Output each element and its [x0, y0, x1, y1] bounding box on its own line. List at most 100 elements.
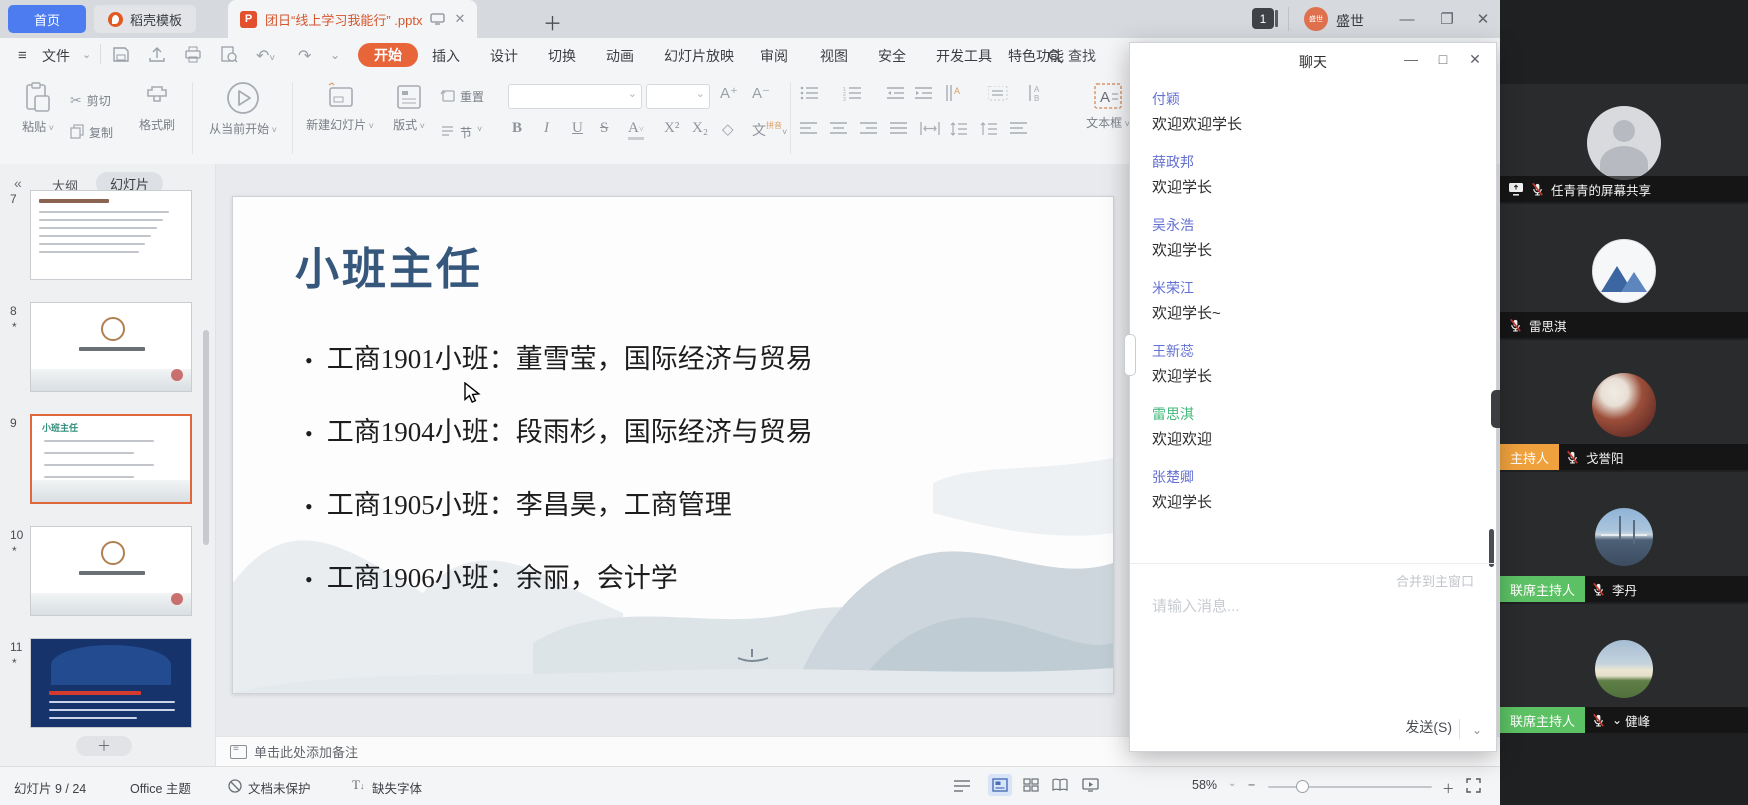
- chat-message[interactable]: 雷思淇欢迎欢迎: [1152, 404, 1462, 450]
- slide-bullet-1[interactable]: 工商1901小班：董雪莹，国际经济与贸易: [305, 337, 813, 376]
- phonetic-guide-button[interactable]: 文拼音˅: [752, 120, 787, 140]
- slide-thumbnail-8[interactable]: [30, 302, 192, 392]
- align-justify-icon[interactable]: [890, 122, 908, 135]
- superscript-button[interactable]: X²: [664, 120, 679, 137]
- participant-tile-4[interactable]: 联席主持人李丹: [1500, 472, 1748, 602]
- play-from-current-button[interactable]: 从当前开始 ˅: [200, 80, 286, 137]
- align-right-icon[interactable]: [860, 122, 878, 135]
- menu-tab-9[interactable]: 开发工具: [936, 46, 992, 66]
- find-button[interactable]: 查找: [1048, 46, 1096, 66]
- zoom-slider-knob[interactable]: [1296, 780, 1309, 793]
- menu-tab-7[interactable]: 视图: [820, 46, 848, 66]
- chat-message[interactable]: 米荣江欢迎学长~: [1152, 278, 1462, 324]
- missing-font-status[interactable]: 缺失字体: [372, 778, 422, 797]
- collapse-panel-icon[interactable]: «: [14, 175, 22, 191]
- underline-button[interactable]: U: [572, 120, 583, 137]
- numbered-list-icon[interactable]: 123: [843, 86, 863, 101]
- present-monitor-icon[interactable]: [430, 13, 445, 25]
- slide-sorter-button[interactable]: [1019, 774, 1043, 796]
- protection-status[interactable]: 文档未保护: [248, 778, 311, 797]
- increase-font-icon[interactable]: A⁺: [720, 84, 738, 102]
- menu-tab-8[interactable]: 安全: [878, 46, 906, 66]
- window-count-badge[interactable]: 1: [1252, 8, 1274, 29]
- zoom-slider-track[interactable]: [1268, 786, 1432, 788]
- layout-button[interactable]: 版式 ˅: [386, 82, 432, 133]
- align-left-icon[interactable]: [800, 122, 818, 135]
- participant-tile-5[interactable]: 联席主持人⌄健峰: [1500, 604, 1748, 733]
- participant-tile-2[interactable]: 雷思淇: [1500, 204, 1748, 338]
- restore-icon[interactable]: ❐: [1434, 6, 1460, 32]
- slide-thumbnail-11[interactable]: [30, 638, 192, 728]
- tab-close-icon[interactable]: ✕: [454, 11, 465, 27]
- menu-tab-2[interactable]: 设计: [490, 46, 518, 66]
- slide-thumbnail-9[interactable]: 小班主任: [30, 414, 192, 504]
- thumbnail-scrollbar[interactable]: [203, 330, 209, 545]
- merge-to-main-window-link[interactable]: 合并到主窗口: [1396, 571, 1474, 590]
- zoom-in-button[interactable]: ＋: [1442, 778, 1455, 797]
- bullet-list-icon[interactable]: [800, 86, 820, 101]
- slide-thumbnail-7[interactable]: [30, 190, 192, 280]
- menu-tab-1[interactable]: 插入: [432, 46, 460, 66]
- chat-message[interactable]: 张楚卿欢迎学长: [1152, 467, 1462, 513]
- tab-home[interactable]: 首页: [8, 5, 86, 33]
- slide-bullet-4[interactable]: 工商1906小班：余丽，会计学: [305, 556, 678, 595]
- section-button[interactable]: 节˅: [440, 124, 482, 141]
- text-direction-icon[interactable]: A: [945, 84, 965, 102]
- user-name[interactable]: 盛世: [1336, 11, 1364, 32]
- textbox-button[interactable]: A 文本框 ˅: [1082, 82, 1134, 131]
- subscript-button[interactable]: X₂: [692, 120, 708, 137]
- normal-view-button[interactable]: [988, 774, 1012, 796]
- increase-indent-icon[interactable]: [915, 86, 933, 101]
- chat-message[interactable]: 王新蕊欢迎学长: [1152, 341, 1462, 387]
- fit-window-icon[interactable]: [1466, 778, 1481, 793]
- italic-button[interactable]: I: [544, 120, 549, 137]
- tab-docer-templates[interactable]: 稻壳模板: [94, 5, 196, 33]
- zoom-level[interactable]: 58%: [1192, 778, 1217, 792]
- font-size-select[interactable]: [646, 84, 710, 109]
- align-text-box-icon[interactable]: [988, 86, 1008, 101]
- new-slide-button[interactable]: 新建幻灯片 ˅: [300, 82, 380, 133]
- decrease-font-icon[interactable]: A⁻: [752, 84, 770, 102]
- user-avatar[interactable]: 盛世: [1304, 7, 1328, 31]
- new-tab-button[interactable]: ＋: [543, 9, 562, 36]
- copy-button[interactable]: 复制: [70, 124, 113, 141]
- chat-maximize-icon[interactable]: □: [1432, 51, 1454, 67]
- chat-message-list[interactable]: 付颖欢迎欢迎学长薛政邦欢迎学长吴永浩欢迎学长米荣江欢迎学长~王新蕊欢迎学长雷思淇…: [1152, 89, 1462, 530]
- chat-scrollbar[interactable]: [1489, 529, 1494, 567]
- reading-view-button[interactable]: [1048, 774, 1072, 796]
- send-options-caret-icon[interactable]: ⌄: [1472, 723, 1482, 737]
- cut-button[interactable]: ✂剪切: [70, 92, 111, 109]
- decrease-indent-icon[interactable]: [887, 86, 905, 101]
- bold-button[interactable]: B: [512, 120, 522, 137]
- chat-input[interactable]: 请输入消息...: [1152, 595, 1240, 616]
- send-button[interactable]: 发送(S): [1405, 717, 1452, 737]
- meeting-panel-collapse-handle[interactable]: [1491, 390, 1500, 428]
- paragraph-settings-icon[interactable]: [1010, 122, 1028, 135]
- notes-toggle-icon[interactable]: [953, 779, 971, 793]
- slide-bullet-2[interactable]: 工商1904小班：段雨杉，国际经济与贸易: [305, 410, 813, 449]
- chat-minimize-icon[interactable]: —: [1400, 51, 1422, 67]
- format-painter-button[interactable]: 格式刷: [133, 84, 181, 133]
- tab-document[interactable]: P 团日“线上学习我能行” .pptx ✕: [228, 0, 477, 38]
- add-slide-button[interactable]: ＋: [76, 736, 132, 756]
- chat-message[interactable]: 薛政邦欢迎学长: [1152, 152, 1462, 198]
- slide-9[interactable]: 小班主任 工商1901小班：董雪莹，国际经济与贸易工商1904小班：段雨杉，国际…: [232, 196, 1114, 694]
- participant-tile-1[interactable]: 任青青的屏幕共享: [1500, 84, 1748, 202]
- menu-tab-6[interactable]: 审阅: [760, 46, 788, 66]
- close-icon[interactable]: ✕: [1470, 6, 1496, 32]
- chat-resize-handle[interactable]: [1124, 334, 1136, 376]
- font-name-select[interactable]: [508, 84, 642, 109]
- paragraph-spacing-icon[interactable]: [980, 122, 998, 136]
- slide-thumbnail-10[interactable]: [30, 526, 192, 616]
- theme-name[interactable]: Office 主题: [130, 778, 191, 797]
- chat-close-icon[interactable]: ✕: [1464, 51, 1486, 68]
- line-spacing-icon[interactable]: [950, 122, 968, 136]
- slideshow-button[interactable]: [1078, 774, 1102, 796]
- distribute-icon[interactable]: [920, 122, 940, 135]
- menu-tab-3[interactable]: 切换: [548, 46, 576, 66]
- chat-message[interactable]: 吴永浩欢迎学长: [1152, 215, 1462, 261]
- participant-tile-3[interactable]: 主持人戈誉阳: [1500, 340, 1748, 470]
- zoom-out-button[interactable]: −: [1248, 778, 1255, 792]
- paste-button[interactable]: 粘贴 ˅: [12, 82, 64, 135]
- slide-bullet-3[interactable]: 工商1905小班：李昌昊，工商管理: [305, 483, 732, 522]
